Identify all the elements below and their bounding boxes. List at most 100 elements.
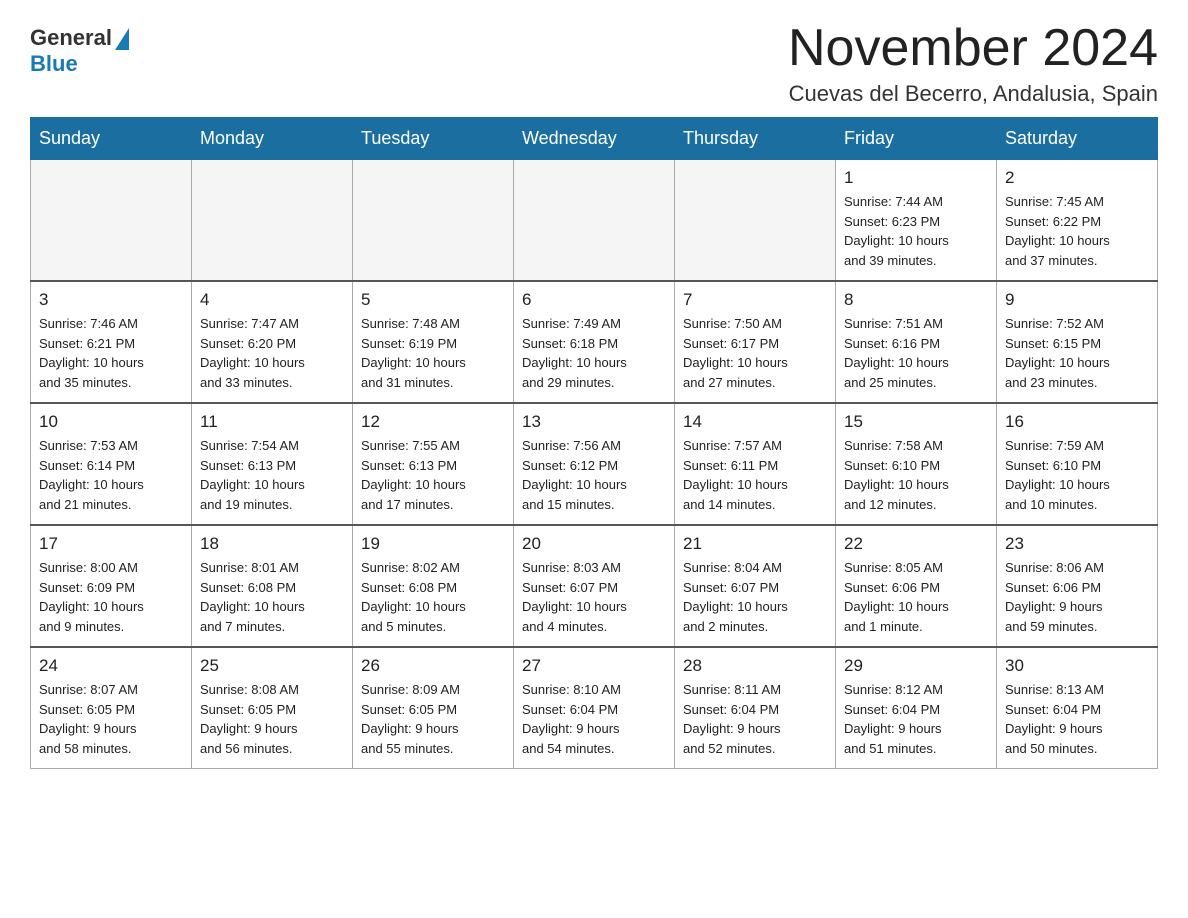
day-number: 13	[522, 412, 666, 432]
logo-general: General	[30, 25, 129, 51]
day-number: 26	[361, 656, 505, 676]
day-info: Sunrise: 7:58 AM Sunset: 6:10 PM Dayligh…	[844, 436, 988, 514]
day-info: Sunrise: 8:12 AM Sunset: 6:04 PM Dayligh…	[844, 680, 988, 758]
calendar-table: SundayMondayTuesdayWednesdayThursdayFrid…	[30, 117, 1158, 769]
day-number: 3	[39, 290, 183, 310]
day-number: 10	[39, 412, 183, 432]
weekday-header-friday: Friday	[836, 118, 997, 160]
day-info: Sunrise: 7:55 AM Sunset: 6:13 PM Dayligh…	[361, 436, 505, 514]
calendar-cell: 29 Sunrise: 8:12 AM Sunset: 6:04 PM Dayli…	[836, 647, 997, 769]
calendar-cell: 28Sunrise: 8:11 AM Sunset: 6:04 PM Dayli…	[675, 647, 836, 769]
day-number: 12	[361, 412, 505, 432]
day-number: 28	[683, 656, 827, 676]
calendar-cell: 17 Sunrise: 8:00 AM Sunset: 6:09 PM Dayli…	[31, 525, 192, 647]
day-info: Sunrise: 7:48 AM Sunset: 6:19 PM Dayligh…	[361, 314, 505, 392]
day-info: Sunrise: 7:54 AM Sunset: 6:13 PM Dayligh…	[200, 436, 344, 514]
calendar-cell: 8 Sunrise: 7:51 AM Sunset: 6:16 PM Daylig…	[836, 281, 997, 403]
calendar-cell: 16Sunrise: 7:59 AM Sunset: 6:10 PM Dayli…	[997, 403, 1158, 525]
calendar-cell: 23 Sunrise: 8:06 AM Sunset: 6:06 PM Dayli…	[997, 525, 1158, 647]
day-number: 15	[844, 412, 988, 432]
day-info: Sunrise: 7:45 AM Sunset: 6:22 PM Dayligh…	[1005, 192, 1149, 270]
day-info: Sunrise: 7:46 AM Sunset: 6:21 PM Dayligh…	[39, 314, 183, 392]
day-info: Sunrise: 7:53 AM Sunset: 6:14 PM Dayligh…	[39, 436, 183, 514]
calendar-cell: 4 Sunrise: 7:47 AM Sunset: 6:20 PM Daylig…	[192, 281, 353, 403]
day-info: Sunrise: 8:00 AM Sunset: 6:09 PM Dayligh…	[39, 558, 183, 636]
calendar-header-row: SundayMondayTuesdayWednesdayThursdayFrid…	[31, 118, 1158, 160]
day-number: 4	[200, 290, 344, 310]
day-number: 5	[361, 290, 505, 310]
day-info: Sunrise: 8:10 AM Sunset: 6:04 PM Dayligh…	[522, 680, 666, 758]
day-number: 29	[844, 656, 988, 676]
calendar-cell: 3 Sunrise: 7:46 AM Sunset: 6:21 PM Daylig…	[31, 281, 192, 403]
day-number: 18	[200, 534, 344, 554]
location-subtitle: Cuevas del Becerro, Andalusia, Spain	[788, 81, 1158, 107]
calendar-cell	[31, 160, 192, 282]
day-info: Sunrise: 8:09 AM Sunset: 6:05 PM Dayligh…	[361, 680, 505, 758]
calendar-cell: 25 Sunrise: 8:08 AM Sunset: 6:05 PM Dayli…	[192, 647, 353, 769]
day-info: Sunrise: 8:07 AM Sunset: 6:05 PM Dayligh…	[39, 680, 183, 758]
day-info: Sunrise: 8:08 AM Sunset: 6:05 PM Dayligh…	[200, 680, 344, 758]
day-info: Sunrise: 8:05 AM Sunset: 6:06 PM Dayligh…	[844, 558, 988, 636]
day-info: Sunrise: 8:03 AM Sunset: 6:07 PM Dayligh…	[522, 558, 666, 636]
day-info: Sunrise: 8:06 AM Sunset: 6:06 PM Dayligh…	[1005, 558, 1149, 636]
calendar-cell	[514, 160, 675, 282]
calendar-week-3: 10 Sunrise: 7:53 AM Sunset: 6:14 PM Dayli…	[31, 403, 1158, 525]
calendar-cell	[675, 160, 836, 282]
weekday-header-sunday: Sunday	[31, 118, 192, 160]
calendar-cell: 9Sunrise: 7:52 AM Sunset: 6:15 PM Daylig…	[997, 281, 1158, 403]
title-area: November 2024 Cuevas del Becerro, Andalu…	[788, 20, 1158, 107]
weekday-header-monday: Monday	[192, 118, 353, 160]
day-number: 17	[39, 534, 183, 554]
calendar-cell: 10 Sunrise: 7:53 AM Sunset: 6:14 PM Dayli…	[31, 403, 192, 525]
day-info: Sunrise: 7:51 AM Sunset: 6:16 PM Dayligh…	[844, 314, 988, 392]
day-number: 23	[1005, 534, 1149, 554]
weekday-header-saturday: Saturday	[997, 118, 1158, 160]
calendar-cell: 21 Sunrise: 8:04 AM Sunset: 6:07 PM Dayli…	[675, 525, 836, 647]
month-year-title: November 2024	[788, 20, 1158, 77]
calendar-week-5: 24 Sunrise: 8:07 AM Sunset: 6:05 PM Dayli…	[31, 647, 1158, 769]
day-number: 24	[39, 656, 183, 676]
day-number: 8	[844, 290, 988, 310]
day-number: 2	[1005, 168, 1149, 188]
calendar-cell: 14 Sunrise: 7:57 AM Sunset: 6:11 PM Dayli…	[675, 403, 836, 525]
calendar-cell: 2 Sunrise: 7:45 AM Sunset: 6:22 PM Daylig…	[997, 160, 1158, 282]
day-number: 1	[844, 168, 988, 188]
calendar-cell: 13 Sunrise: 7:56 AM Sunset: 6:12 PM Dayli…	[514, 403, 675, 525]
calendar-cell: 19 Sunrise: 8:02 AM Sunset: 6:08 PM Dayli…	[353, 525, 514, 647]
day-info: Sunrise: 8:04 AM Sunset: 6:07 PM Dayligh…	[683, 558, 827, 636]
day-number: 14	[683, 412, 827, 432]
day-number: 19	[361, 534, 505, 554]
day-number: 25	[200, 656, 344, 676]
calendar-cell: 15 Sunrise: 7:58 AM Sunset: 6:10 PM Dayli…	[836, 403, 997, 525]
weekday-header-tuesday: Tuesday	[353, 118, 514, 160]
calendar-cell: 26 Sunrise: 8:09 AM Sunset: 6:05 PM Dayli…	[353, 647, 514, 769]
day-info: Sunrise: 8:02 AM Sunset: 6:08 PM Dayligh…	[361, 558, 505, 636]
logo-blue-text: Blue	[30, 51, 78, 77]
day-info: Sunrise: 7:56 AM Sunset: 6:12 PM Dayligh…	[522, 436, 666, 514]
weekday-header-thursday: Thursday	[675, 118, 836, 160]
day-info: Sunrise: 8:01 AM Sunset: 6:08 PM Dayligh…	[200, 558, 344, 636]
calendar-week-4: 17 Sunrise: 8:00 AM Sunset: 6:09 PM Dayli…	[31, 525, 1158, 647]
calendar-cell: 11 Sunrise: 7:54 AM Sunset: 6:13 PM Dayli…	[192, 403, 353, 525]
calendar-cell: 6Sunrise: 7:49 AM Sunset: 6:18 PM Daylig…	[514, 281, 675, 403]
calendar-cell: 24 Sunrise: 8:07 AM Sunset: 6:05 PM Dayli…	[31, 647, 192, 769]
calendar-cell: 7Sunrise: 7:50 AM Sunset: 6:17 PM Daylig…	[675, 281, 836, 403]
day-number: 30	[1005, 656, 1149, 676]
day-number: 6	[522, 290, 666, 310]
day-info: Sunrise: 8:13 AM Sunset: 6:04 PM Dayligh…	[1005, 680, 1149, 758]
day-number: 11	[200, 412, 344, 432]
day-info: Sunrise: 7:44 AM Sunset: 6:23 PM Dayligh…	[844, 192, 988, 270]
logo: General Blue	[30, 25, 129, 77]
calendar-week-1: 1 Sunrise: 7:44 AM Sunset: 6:23 PM Daylig…	[31, 160, 1158, 282]
day-info: Sunrise: 7:52 AM Sunset: 6:15 PM Dayligh…	[1005, 314, 1149, 392]
logo-general-text: General	[30, 25, 112, 51]
day-number: 16	[1005, 412, 1149, 432]
weekday-header-wednesday: Wednesday	[514, 118, 675, 160]
calendar-cell: 12 Sunrise: 7:55 AM Sunset: 6:13 PM Dayli…	[353, 403, 514, 525]
calendar-cell: 18 Sunrise: 8:01 AM Sunset: 6:08 PM Dayli…	[192, 525, 353, 647]
day-info: Sunrise: 7:47 AM Sunset: 6:20 PM Dayligh…	[200, 314, 344, 392]
calendar-cell: 1 Sunrise: 7:44 AM Sunset: 6:23 PM Daylig…	[836, 160, 997, 282]
calendar-cell: 27Sunrise: 8:10 AM Sunset: 6:04 PM Dayli…	[514, 647, 675, 769]
day-number: 21	[683, 534, 827, 554]
day-info: Sunrise: 7:57 AM Sunset: 6:11 PM Dayligh…	[683, 436, 827, 514]
